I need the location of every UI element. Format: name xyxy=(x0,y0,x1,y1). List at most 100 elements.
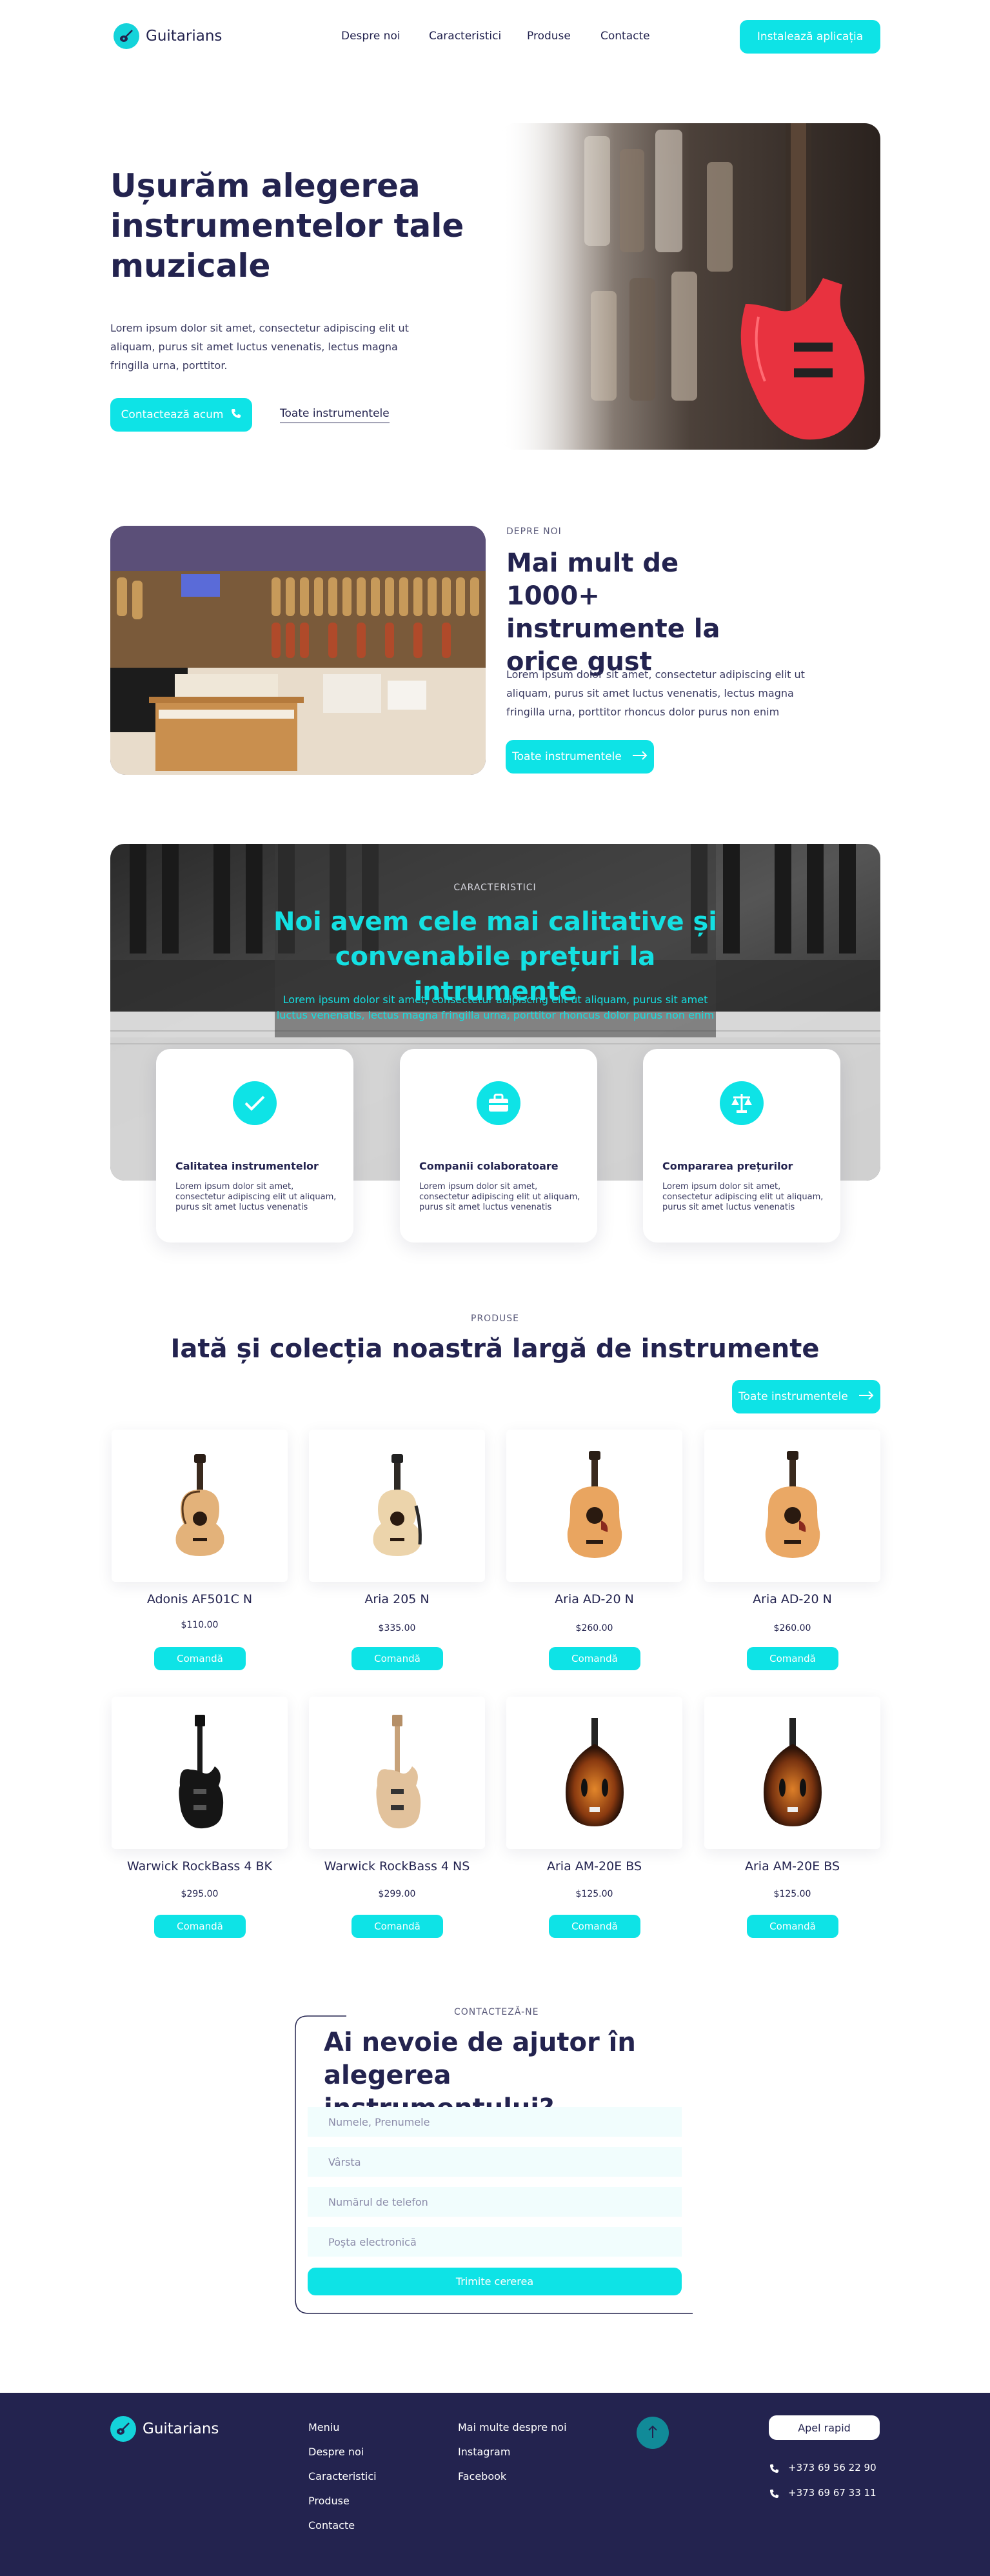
order-button[interactable]: Comandă xyxy=(154,1647,246,1670)
footer-menu-heading: Meniu xyxy=(308,2421,340,2433)
order-button[interactable]: Comandă xyxy=(549,1915,640,1938)
scales-icon xyxy=(720,1081,764,1125)
product-price: $260.00 xyxy=(773,1623,811,1633)
feature-card-prices: Compararea prețurilor Lorem ipsum dolor … xyxy=(643,1049,840,1243)
product-name: Aria 205 N xyxy=(364,1592,430,1606)
product-name: Aria AD-20 N xyxy=(753,1592,832,1606)
submit-request-button[interactable]: Trimite cererea xyxy=(308,2268,682,2295)
product-image-mandolin[interactable] xyxy=(506,1697,682,1849)
brand-logo[interactable]: Guitarians xyxy=(114,23,222,49)
product-image-mandolin[interactable] xyxy=(704,1697,880,1849)
products-label: PRODUSE xyxy=(471,1313,519,1324)
features-text: Lorem ipsum dolor sit amet, consectetur … xyxy=(276,993,715,1021)
about-all-instruments-button[interactable]: Toate instrumentele xyxy=(506,740,654,774)
product-price: $335.00 xyxy=(378,1623,416,1633)
product-image-acoustic-guitar[interactable] xyxy=(112,1430,288,1582)
phone-icon xyxy=(769,2489,779,2501)
product-image-bass-guitar[interactable] xyxy=(112,1697,288,1849)
product-card: Aria 205 N $335.00 Comandă xyxy=(309,1430,485,1670)
quick-call-button[interactable]: Apel rapid xyxy=(769,2415,880,2440)
footer-phone-1[interactable]: +373 69 56 22 90 xyxy=(788,2462,876,2473)
product-image-bass-guitar[interactable] xyxy=(309,1697,485,1849)
footer-link-products[interactable]: Produse xyxy=(308,2495,350,2507)
product-image-acoustic-guitar[interactable] xyxy=(309,1430,485,1582)
scroll-to-top-button[interactable] xyxy=(637,2417,669,2449)
footer-phone-2[interactable]: +373 69 67 33 11 xyxy=(788,2487,876,2499)
product-image-dreadnought-guitar[interactable] xyxy=(704,1430,880,1582)
product-price: $299.00 xyxy=(378,1889,416,1899)
footer-link-features[interactable]: Caracteristici xyxy=(308,2470,377,2482)
hero-text: Lorem ipsum dolor sit amet, consectetur … xyxy=(110,322,409,372)
feature-text: Lorem ipsum dolor sit amet, consectetur … xyxy=(175,1182,337,1212)
nav-about[interactable]: Despre noi xyxy=(341,30,401,43)
feature-card-partners: Companii colaboratoare Lorem ipsum dolor… xyxy=(400,1049,597,1243)
order-button[interactable]: Comandă xyxy=(549,1647,640,1670)
footer: Guitarians Meniu Despre noi Caracteristi… xyxy=(0,2393,990,2576)
product-price: $125.00 xyxy=(575,1889,613,1899)
feature-title: Compararea prețurilor xyxy=(662,1160,793,1172)
feature-text: Lorem ipsum dolor sit amet, consectetur … xyxy=(662,1182,824,1212)
age-input[interactable] xyxy=(308,2147,682,2177)
product-name: Aria AD-20 N xyxy=(555,1592,634,1606)
footer-link-about[interactable]: Despre noi xyxy=(308,2446,364,2458)
hero-title: Ușurăm alegerea instrumentelor tale muzi… xyxy=(110,167,464,285)
phone-input[interactable] xyxy=(308,2187,682,2217)
product-name: Warwick RockBass 4 BK xyxy=(127,1859,272,1873)
name-input[interactable] xyxy=(308,2107,682,2137)
product-image-dreadnought-guitar[interactable] xyxy=(506,1430,682,1582)
phone-icon xyxy=(231,408,241,422)
footer-link-contacts[interactable]: Contacte xyxy=(308,2519,355,2531)
about-label: DEPRE NOI xyxy=(506,526,562,537)
nav-contacts[interactable]: Contacte xyxy=(600,30,650,43)
product-card: Aria AD-20 N $260.00 Comandă xyxy=(704,1430,880,1670)
product-card: Warwick RockBass 4 NS $299.00 Comandă xyxy=(309,1697,485,1938)
footer-more-heading: Mai multe despre noi xyxy=(458,2421,567,2433)
phone-icon xyxy=(769,2464,779,2476)
features-label: CARACTERISTICI xyxy=(453,883,537,893)
install-app-button[interactable]: Instalează aplicația xyxy=(740,20,880,54)
order-button[interactable]: Comandă xyxy=(747,1915,838,1938)
order-button[interactable]: Comandă xyxy=(154,1915,246,1938)
about-text: Lorem ipsum dolor sit amet, consectetur … xyxy=(506,668,805,718)
footer-link-instagram[interactable]: Instagram xyxy=(458,2446,510,2458)
briefcase-icon xyxy=(477,1081,520,1125)
brand-name: Guitarians xyxy=(146,28,223,45)
feature-card-quality: Calitatea instrumentelor Lorem ipsum dol… xyxy=(156,1049,353,1243)
product-card: Warwick RockBass 4 BK $295.00 Comandă xyxy=(112,1697,288,1938)
nav-products[interactable]: Produse xyxy=(527,30,571,43)
arrow-right-icon xyxy=(858,1390,874,1403)
product-card: Aria AM-20E BS $125.00 Comandă xyxy=(506,1697,682,1938)
product-card: Aria AM-20E BS $125.00 Comandă xyxy=(704,1697,880,1938)
store-interior-photo xyxy=(110,526,486,775)
footer-brand-logo[interactable]: Guitarians xyxy=(110,2416,219,2442)
about-title: Mai mult de 1000+ instrumente la orice g… xyxy=(506,548,720,677)
arrow-up-icon xyxy=(648,2424,658,2441)
guitar-logo-icon xyxy=(114,23,139,49)
all-instruments-link[interactable]: Toate instrumentele xyxy=(280,407,390,423)
feature-text: Lorem ipsum dolor sit amet, consectetur … xyxy=(419,1182,580,1212)
feature-title: Calitatea instrumentelor xyxy=(175,1160,319,1172)
product-price: $295.00 xyxy=(181,1889,219,1899)
product-name: Aria AM-20E BS xyxy=(547,1859,642,1873)
product-price: $110.00 xyxy=(181,1620,219,1630)
product-card: Aria AD-20 N $260.00 Comandă xyxy=(506,1430,682,1670)
about-btn-label: Toate instrumentele xyxy=(512,750,622,763)
product-card: Adonis AF501C N $110.00 Comandă xyxy=(112,1430,288,1670)
check-icon xyxy=(233,1081,277,1125)
product-price: $260.00 xyxy=(575,1623,613,1633)
contact-label: CONTACTEZĂ-NE xyxy=(454,2007,539,2017)
feature-title: Companii colaboratoare xyxy=(419,1160,559,1172)
guitar-logo-icon xyxy=(110,2416,136,2442)
nav-features[interactable]: Caracteristici xyxy=(429,30,501,43)
order-button[interactable]: Comandă xyxy=(351,1915,443,1938)
contact-now-label: Contactează acum xyxy=(121,408,224,421)
footer-link-facebook[interactable]: Facebook xyxy=(458,2470,506,2482)
order-button[interactable]: Comandă xyxy=(351,1647,443,1670)
hero-guitar-photo xyxy=(500,123,880,450)
arrow-right-icon xyxy=(632,750,648,763)
products-all-label: Toate instrumentele xyxy=(738,1390,848,1403)
email-input[interactable] xyxy=(308,2227,682,2257)
order-button[interactable]: Comandă xyxy=(747,1647,838,1670)
products-all-button[interactable]: Toate instrumentele xyxy=(732,1380,880,1413)
contact-now-button[interactable]: Contactează acum xyxy=(110,398,252,432)
